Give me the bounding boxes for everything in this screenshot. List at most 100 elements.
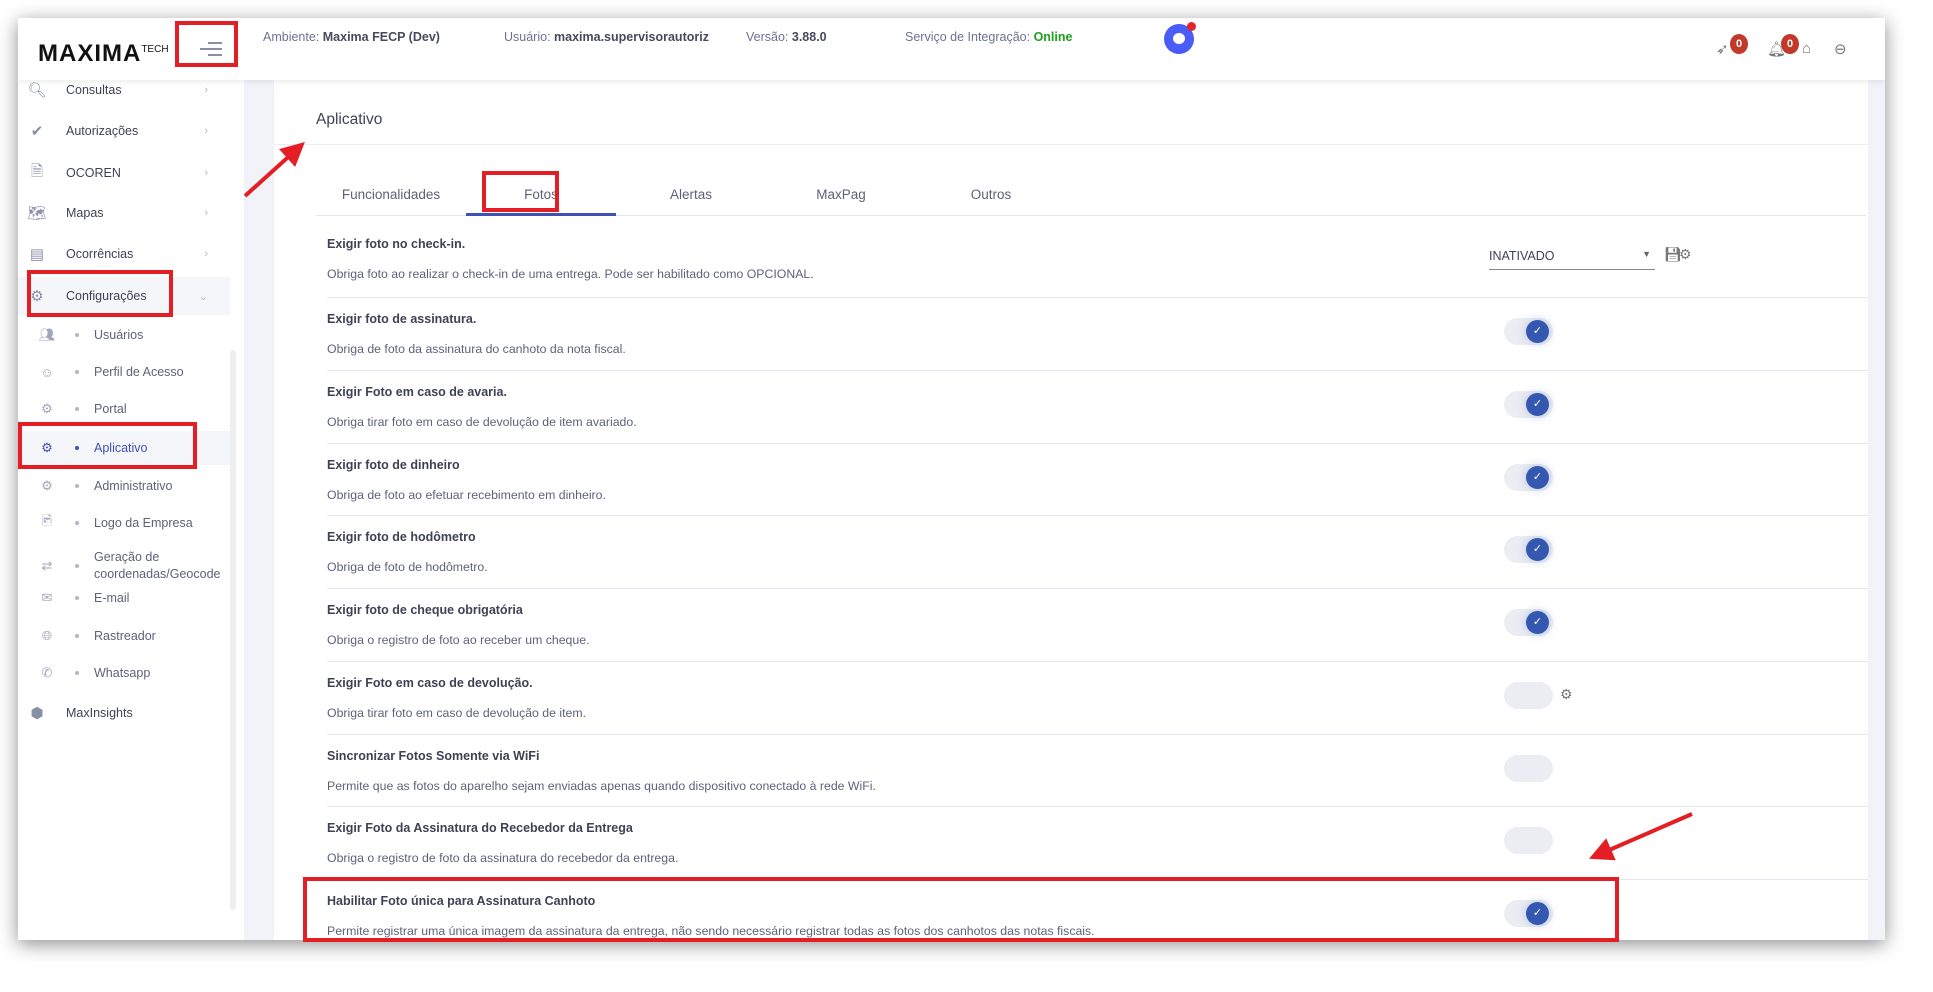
globe-icon: 🌐︎ — [41, 628, 53, 643]
tab-maxpag[interactable]: MaxPag — [766, 176, 916, 216]
setting-row: Exigir Foto em caso de avaria. Obriga ti… — [327, 371, 1868, 444]
sidebar-item-mapas[interactable]: 🗺 Mapas › — [18, 194, 230, 232]
tab-fotos[interactable]: Fotos — [466, 176, 616, 216]
setting-toggle[interactable]: ✓ — [1504, 318, 1553, 345]
menu-toggle-button[interactable] — [188, 30, 228, 66]
setting-toggle[interactable] — [1504, 827, 1553, 854]
list-icon: ▤ — [29, 246, 45, 263]
sidebar-sub-logo[interactable]: 🖻 Logo da Empresa — [18, 506, 230, 540]
user-info: Usuário: maxima.supervisorautoriz — [504, 30, 709, 44]
whatsapp-icon: ✆ — [41, 665, 53, 680]
setting-description: Obriga tirar foto em caso de devolução d… — [327, 415, 637, 429]
sidebar-item-ocorrencias[interactable]: ▤ Ocorrências › — [18, 235, 230, 273]
setting-title: Exigir Foto da Assinatura do Recebedor d… — [327, 821, 633, 835]
sidebar-item-configuracoes[interactable]: ⚙ Configurações ⌄ — [18, 277, 230, 315]
user-icon: ☺ — [40, 364, 54, 380]
setting-toggle[interactable]: ✓ — [1504, 609, 1553, 636]
setting-toggle[interactable] — [1504, 682, 1553, 709]
sidebar-sub-whatsapp[interactable]: ✆ Whatsapp — [18, 656, 230, 690]
setting-description: Permite que as fotos do aparelho sejam e… — [327, 779, 876, 793]
check-icon: ✓ — [1526, 466, 1549, 489]
sidebar-sub-usuarios[interactable]: 👥︎ Usuários — [18, 318, 230, 352]
setting-description: Obriga de foto de hodômetro. — [327, 560, 488, 574]
sidebar-scrollbar[interactable] — [230, 350, 236, 910]
maxima-logo: MAXIMATECH — [38, 40, 169, 68]
tab-outros[interactable]: Outros — [916, 176, 1066, 216]
search-icon: 🔍︎ — [27, 82, 47, 99]
setting-toggle[interactable]: ✓ — [1504, 391, 1553, 418]
setting-title: Exigir foto de cheque obrigatória — [327, 603, 523, 617]
setting-description: Obriga o registro de foto da assinatura … — [327, 851, 679, 865]
setting-row: Exigir foto de assinatura. Obriga de fot… — [327, 298, 1868, 371]
sidebar-item-autorizacoes[interactable]: ✔ Autorizações › — [18, 112, 230, 150]
document-icon: 🗎 — [30, 162, 44, 180]
integration-status: Serviço de Integração: Online — [905, 30, 1073, 44]
page-title: Aplicativo — [316, 111, 383, 128]
chat-icon[interactable] — [1164, 22, 1196, 54]
settings-card: Aplicativo Funcionalidades Fotos Alertas… — [274, 78, 1868, 940]
chevron-down-icon: ▼ — [1642, 249, 1651, 259]
gear-icon: ⚙ — [30, 288, 44, 305]
check-icon: ✓ — [1526, 538, 1549, 561]
home-icon[interactable]: ⌂ — [1802, 40, 1811, 57]
setting-description: Obriga de foto da assinatura do canhoto … — [327, 342, 626, 356]
sidebar-sub-aplicativo[interactable]: ⚙ Aplicativo — [18, 431, 230, 465]
logo-sup: TECH — [141, 44, 169, 55]
sidebar-sub-rastreador[interactable]: 🌐︎ Rastreador — [18, 619, 230, 653]
setting-description: Obriga tirar foto em caso de devolução d… — [327, 706, 587, 720]
setting-toggle[interactable]: ✓ — [1504, 900, 1553, 927]
setting-toggle[interactable]: ✓ — [1504, 464, 1553, 491]
sidebar-item-ocoren[interactable]: 🗎 OCOREN › — [18, 154, 230, 192]
setting-description: Obriga de foto ao efetuar recebimento em… — [327, 488, 606, 502]
sidebar-sub-administrativo[interactable]: ⚙ Administrativo — [18, 469, 230, 503]
image-file-icon: 🖻 — [41, 513, 53, 528]
env-info: Ambiente: Maxima FECP (Dev) — [263, 30, 440, 44]
setting-row: Exigir foto no check-in. Obriga foto ao … — [327, 217, 1868, 298]
rocket-badge: 0 — [1730, 34, 1748, 54]
check-icon: ✓ — [1526, 393, 1549, 416]
gear-icon[interactable]: ⚙ — [1560, 686, 1573, 703]
logout-icon[interactable]: ⊖ — [1834, 40, 1847, 58]
setting-title: Sincronizar Fotos Somente via WiFi — [327, 749, 540, 763]
setting-row: Exigir foto de dinheiro Obriga de foto a… — [327, 444, 1868, 516]
setting-description: Permite registrar uma única imagem da as… — [327, 924, 1095, 938]
users-icon: 👥︎ — [38, 327, 56, 342]
setting-description: Obriga o registro de foto ao receber um … — [327, 633, 590, 647]
checkin-mode-select[interactable]: INATIVADO ▼ — [1489, 244, 1655, 270]
setting-row: Exigir Foto da Assinatura do Recebedor d… — [327, 807, 1868, 880]
sidebar-sub-email[interactable]: ✉ E-mail — [18, 581, 230, 615]
check-icon: ✓ — [1526, 902, 1549, 925]
check-icon: ✓ — [1526, 611, 1549, 634]
setting-title: Habilitar Foto única para Assinatura Can… — [327, 894, 596, 908]
setting-description: Obriga foto ao realizar o check-in de um… — [327, 267, 814, 281]
double-check-icon: ✔ — [30, 123, 44, 140]
gear-icon: ⚙ — [41, 401, 53, 416]
swap-icon: ⇄ — [41, 558, 53, 573]
setting-toggle[interactable] — [1504, 755, 1553, 782]
sidebar-sub-portal[interactable]: ⚙ Portal — [18, 392, 230, 426]
top-header: MAXIMATECH Ambiente: Maxima FECP (Dev) U… — [18, 18, 1885, 80]
sidebar-item-maxinsights[interactable]: ⬢ MaxInsights — [18, 694, 230, 732]
tab-alertas[interactable]: Alertas — [616, 176, 766, 216]
bell-badge: 0 — [1781, 34, 1799, 54]
logo-text: MAXIMA — [38, 40, 142, 67]
setting-title: Exigir Foto em caso de devolução. — [327, 676, 533, 690]
setting-row: Habilitar Foto única para Assinatura Can… — [327, 880, 1868, 940]
setting-row: Exigir Foto em caso de devolução. Obriga… — [327, 662, 1868, 735]
sidebar: 🔍︎ Consultas › ✔ Autorizações › 🗎 OCOREN › 🗺 Ma… — [18, 80, 244, 940]
gear-icon: ⚙ — [41, 478, 53, 493]
tabs: Funcionalidades Fotos Alertas MaxPag Out… — [316, 176, 1866, 216]
setting-toggle[interactable]: ✓ — [1504, 536, 1553, 563]
setting-title: Exigir foto de dinheiro — [327, 458, 460, 472]
app-window: MAXIMATECH Ambiente: Maxima FECP (Dev) U… — [18, 18, 1885, 940]
rocket-icon[interactable]: ➶ — [1716, 40, 1729, 58]
setting-row: Exigir foto de cheque obrigatória Obriga… — [327, 589, 1868, 662]
setting-title: Exigir Foto em caso de avaria. — [327, 385, 507, 399]
gear-icon[interactable]: ⚙ — [1679, 246, 1692, 263]
tab-funcionalidades[interactable]: Funcionalidades — [316, 176, 466, 216]
version-info: Versão: 3.88.0 — [746, 30, 827, 44]
sidebar-sub-perfil[interactable]: ☺ Perfil de Acesso — [18, 355, 230, 389]
setting-row: Exigir foto de hodômetro Obriga de foto … — [327, 516, 1868, 589]
check-icon: ✓ — [1526, 320, 1549, 343]
map-icon: 🗺 — [27, 205, 47, 222]
